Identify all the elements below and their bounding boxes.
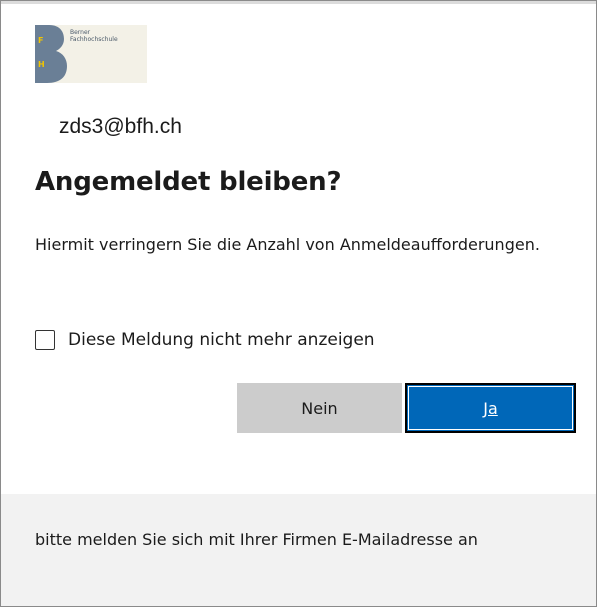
page-title: Angemeldet bleiben? [35, 167, 342, 197]
dont-show-again-checkbox-row[interactable]: Diese Meldung nicht mehr anzeigen [35, 330, 375, 350]
logo-letter-h: H [38, 60, 45, 69]
description-text: Hiermit verringern Sie die Anzahl von An… [35, 235, 540, 254]
bfh-logo: F H Berner Fachhochschule [35, 25, 147, 83]
logo-text-line2: Fachhochschule [70, 36, 118, 43]
footer-text: bitte melden Sie sich mit Ihrer Firmen E… [35, 530, 478, 549]
top-divider [1, 1, 596, 4]
no-button[interactable]: Nein [237, 383, 402, 433]
dont-show-again-label[interactable]: Diese Meldung nicht mehr anzeigen [68, 330, 375, 350]
sign-in-dialog: F H Berner Fachhochschule zds3@bfh.ch An… [0, 0, 597, 607]
logo-text-line1: Berner [70, 29, 91, 36]
yes-button-label: Ja [483, 398, 498, 418]
account-email: zds3@bfh.ch [59, 115, 182, 138]
bfh-logo-mark-icon: F H [35, 25, 67, 83]
dont-show-again-checkbox[interactable] [35, 330, 55, 350]
logo-wordmark: Berner Fachhochschule [70, 29, 118, 43]
no-button-label: Nein [301, 398, 338, 418]
footer-panel: bitte melden Sie sich mit Ihrer Firmen E… [1, 494, 596, 606]
yes-button[interactable]: Ja [405, 383, 576, 433]
logo-letter-f: F [38, 36, 43, 45]
